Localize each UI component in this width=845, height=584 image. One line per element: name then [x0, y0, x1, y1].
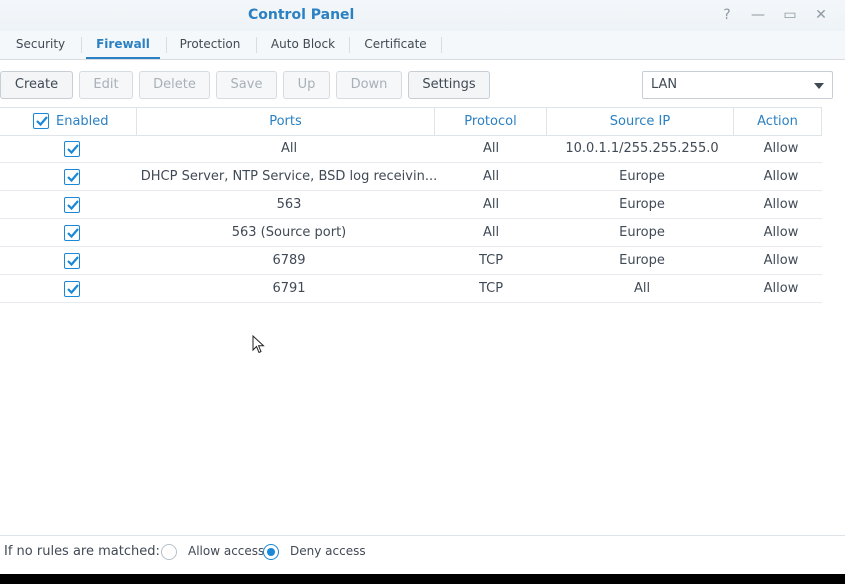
maximize-icon[interactable]: ▭	[781, 6, 799, 24]
tab-divider	[441, 37, 442, 53]
cell-protocol: All	[482, 197, 500, 212]
cell-source-ip: Europe	[619, 197, 665, 212]
tab-protection[interactable]: Protection	[170, 31, 250, 59]
up-button[interactable]: Up	[283, 71, 330, 99]
title-bar: Control Panel ? — ▭ ✕	[0, 0, 845, 31]
deny-access-label[interactable]: Deny access	[290, 544, 366, 558]
tab-divider	[349, 37, 350, 53]
enabled-checkbox[interactable]	[64, 197, 80, 213]
cell-ports: DHCP Server, NTP Service, BSD log receiv…	[140, 169, 438, 184]
column-header-protocol[interactable]: Protocol	[435, 108, 547, 135]
cell-action: Allow	[763, 281, 799, 296]
table-row[interactable]: 563 All Europe Allow	[0, 191, 822, 219]
checkmark-icon	[67, 284, 79, 295]
minimize-icon[interactable]: —	[749, 6, 767, 24]
cell-source-ip: 10.0.1.1/255.255.255.0	[565, 141, 719, 156]
column-header-label: Enabled	[56, 114, 109, 129]
settings-button[interactable]: Settings	[408, 71, 490, 99]
close-icon[interactable]: ✕	[812, 6, 830, 24]
cell-protocol: TCP	[478, 281, 504, 296]
cell-source-ip: All	[633, 281, 651, 296]
footer-bar: If no rules are matched: Allow access De…	[0, 535, 845, 574]
cell-action: Allow	[763, 225, 799, 240]
column-header-ports[interactable]: Ports	[137, 108, 435, 135]
window-title: Control Panel	[248, 7, 355, 23]
cell-ports: 6789	[272, 253, 306, 268]
cell-action: Allow	[763, 141, 799, 156]
cell-action: Allow	[763, 169, 799, 184]
enabled-checkbox[interactable]	[64, 169, 80, 185]
control-panel-window: Control Panel ? — ▭ ✕ Security Firewall …	[0, 0, 845, 574]
cell-protocol: All	[482, 169, 500, 184]
interface-select-value: LAN	[651, 77, 678, 92]
tab-bar: Security Firewall Protection Auto Block …	[0, 31, 845, 60]
enabled-checkbox[interactable]	[64, 253, 80, 269]
save-button[interactable]: Save	[216, 71, 277, 99]
checkmark-icon	[67, 144, 79, 155]
edit-button[interactable]: Edit	[79, 71, 133, 99]
enabled-checkbox[interactable]	[64, 141, 80, 157]
allow-access-radio[interactable]	[161, 544, 177, 560]
mouse-cursor-icon	[252, 335, 265, 354]
tab-divider	[256, 37, 257, 53]
interface-select[interactable]: LAN	[642, 71, 833, 99]
enabled-checkbox[interactable]	[64, 281, 80, 297]
tab-security[interactable]: Security	[4, 31, 77, 59]
checkmark-icon	[67, 172, 79, 183]
table-row[interactable]: 6789 TCP Europe Allow	[0, 247, 822, 275]
cell-ports: 563 (Source port)	[231, 225, 347, 240]
column-header-enabled[interactable]: Enabled	[0, 108, 137, 135]
column-header-action[interactable]: Action	[734, 108, 822, 135]
no-match-label: If no rules are matched:	[4, 544, 160, 559]
tab-firewall[interactable]: Firewall	[86, 31, 160, 59]
cell-ports: 6791	[272, 281, 306, 296]
enabled-checkbox[interactable]	[64, 225, 80, 241]
cell-source-ip: Europe	[619, 225, 665, 240]
checkmark-icon	[67, 256, 79, 267]
cell-source-ip: Europe	[619, 253, 665, 268]
checkmark-icon	[36, 116, 48, 127]
cell-action: Allow	[763, 253, 799, 268]
cell-protocol: TCP	[478, 253, 504, 268]
tab-auto-block[interactable]: Auto Block	[262, 31, 344, 59]
checkmark-icon	[67, 228, 79, 239]
checkmark-icon	[67, 200, 79, 211]
cell-action: Allow	[763, 197, 799, 212]
create-button[interactable]: Create	[0, 71, 73, 99]
cell-source-ip: Europe	[619, 169, 665, 184]
column-header-source-ip[interactable]: Source IP	[547, 108, 734, 135]
tab-divider	[81, 37, 82, 53]
table-row[interactable]: All All 10.0.1.1/255.255.255.0 Allow	[0, 135, 822, 163]
cell-ports: 563	[276, 197, 302, 212]
help-icon[interactable]: ?	[718, 6, 736, 24]
chevron-down-icon	[814, 83, 824, 89]
table-row[interactable]: 563 (Source port) All Europe Allow	[0, 219, 822, 247]
cell-ports: All	[280, 141, 298, 156]
tab-certificate[interactable]: Certificate	[356, 31, 435, 59]
deny-access-radio[interactable]	[263, 544, 279, 560]
select-all-checkbox[interactable]	[33, 113, 49, 129]
table-header: Enabled Ports Protocol Source IP Action	[0, 107, 822, 136]
table-row[interactable]: 6791 TCP All Allow	[0, 275, 822, 303]
allow-access-label[interactable]: Allow access	[188, 544, 264, 558]
tab-divider	[166, 37, 167, 53]
table-row[interactable]: DHCP Server, NTP Service, BSD log receiv…	[0, 163, 822, 191]
cell-protocol: All	[482, 225, 500, 240]
down-button[interactable]: Down	[336, 71, 402, 99]
cell-protocol: All	[482, 141, 500, 156]
delete-button[interactable]: Delete	[139, 71, 210, 99]
